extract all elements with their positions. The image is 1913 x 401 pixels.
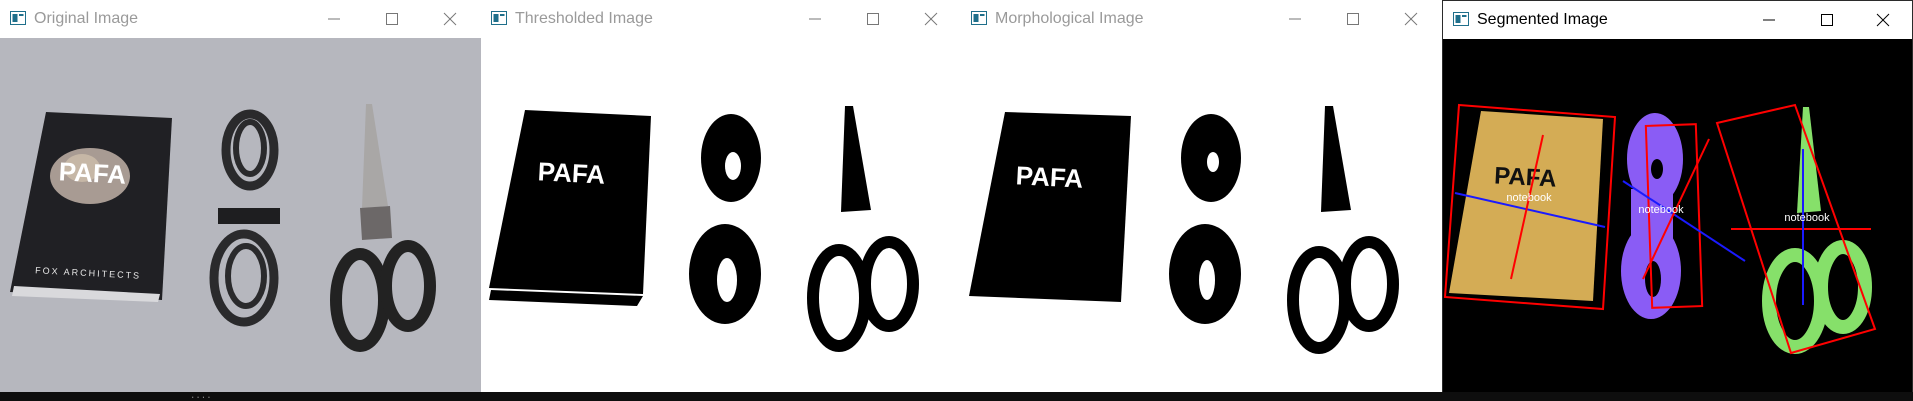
- maximize-icon: [1821, 14, 1833, 26]
- window-title: Original Image: [34, 10, 139, 27]
- window-title: Thresholded Image: [515, 10, 653, 27]
- title-bar[interactable]: Thresholded Image: [481, 0, 961, 38]
- minimize-icon: [1763, 19, 1775, 21]
- notebook-logo: PAFA: [537, 156, 606, 189]
- title-bar[interactable]: Segmented Image: [1443, 1, 1912, 39]
- thresholded-image-canvas: PAFA: [481, 38, 961, 401]
- title-bar[interactable]: Morphological Image: [961, 0, 1442, 38]
- minimize-button[interactable]: [305, 0, 363, 38]
- title-bar[interactable]: Original Image: [0, 0, 481, 38]
- maximize-icon: [1347, 13, 1359, 25]
- window-title: Morphological Image: [995, 10, 1144, 27]
- close-button[interactable]: [1382, 0, 1440, 38]
- maximize-button[interactable]: [1324, 0, 1382, 38]
- minimize-button[interactable]: [1740, 1, 1798, 39]
- window-segmented-image[interactable]: Segmented Image PAFA notebook notebook n…: [1442, 0, 1913, 401]
- app-icon: [1453, 12, 1469, 26]
- window-original-image[interactable]: Original Image PAFA FOX ARCHITECTS: [0, 0, 481, 401]
- notebook-logo: PAFA: [1015, 160, 1084, 193]
- segment-label: notebook: [1784, 212, 1830, 224]
- close-button[interactable]: [902, 0, 960, 38]
- window-morphological-image[interactable]: Morphological Image PAFA: [961, 0, 1442, 401]
- console-text: ....: [190, 391, 212, 401]
- close-icon: [924, 12, 938, 26]
- maximize-button[interactable]: [1798, 1, 1856, 39]
- minimize-button[interactable]: [786, 0, 844, 38]
- close-icon: [1404, 12, 1418, 26]
- close-icon: [443, 12, 457, 26]
- maximize-icon: [386, 13, 398, 25]
- app-icon: [10, 11, 26, 25]
- close-button[interactable]: [421, 0, 479, 38]
- segmented-image-canvas: PAFA notebook notebook notebook: [1443, 39, 1912, 400]
- minimize-icon: [1289, 18, 1301, 20]
- maximize-icon: [867, 13, 879, 25]
- close-button[interactable]: [1854, 1, 1912, 39]
- morphological-image-canvas: PAFA: [961, 38, 1442, 401]
- window-thresholded-image[interactable]: Thresholded Image PAFA: [481, 0, 961, 401]
- minimize-icon: [809, 18, 821, 20]
- window-title: Segmented Image: [1477, 11, 1608, 28]
- close-icon: [1876, 13, 1890, 27]
- app-icon: [491, 11, 507, 25]
- segment-label: notebook: [1506, 192, 1552, 204]
- minimize-icon: [328, 18, 340, 20]
- original-image-canvas: PAFA FOX ARCHITECTS: [0, 38, 481, 401]
- maximize-button[interactable]: [363, 0, 421, 38]
- minimize-button[interactable]: [1266, 0, 1324, 38]
- notebook-logo: PAFA: [58, 156, 127, 189]
- notebook-logo: PAFA: [1494, 162, 1558, 192]
- app-icon: [971, 11, 987, 25]
- segment-label: notebook: [1638, 204, 1684, 216]
- maximize-button[interactable]: [844, 0, 902, 38]
- console-strip: [0, 392, 1913, 401]
